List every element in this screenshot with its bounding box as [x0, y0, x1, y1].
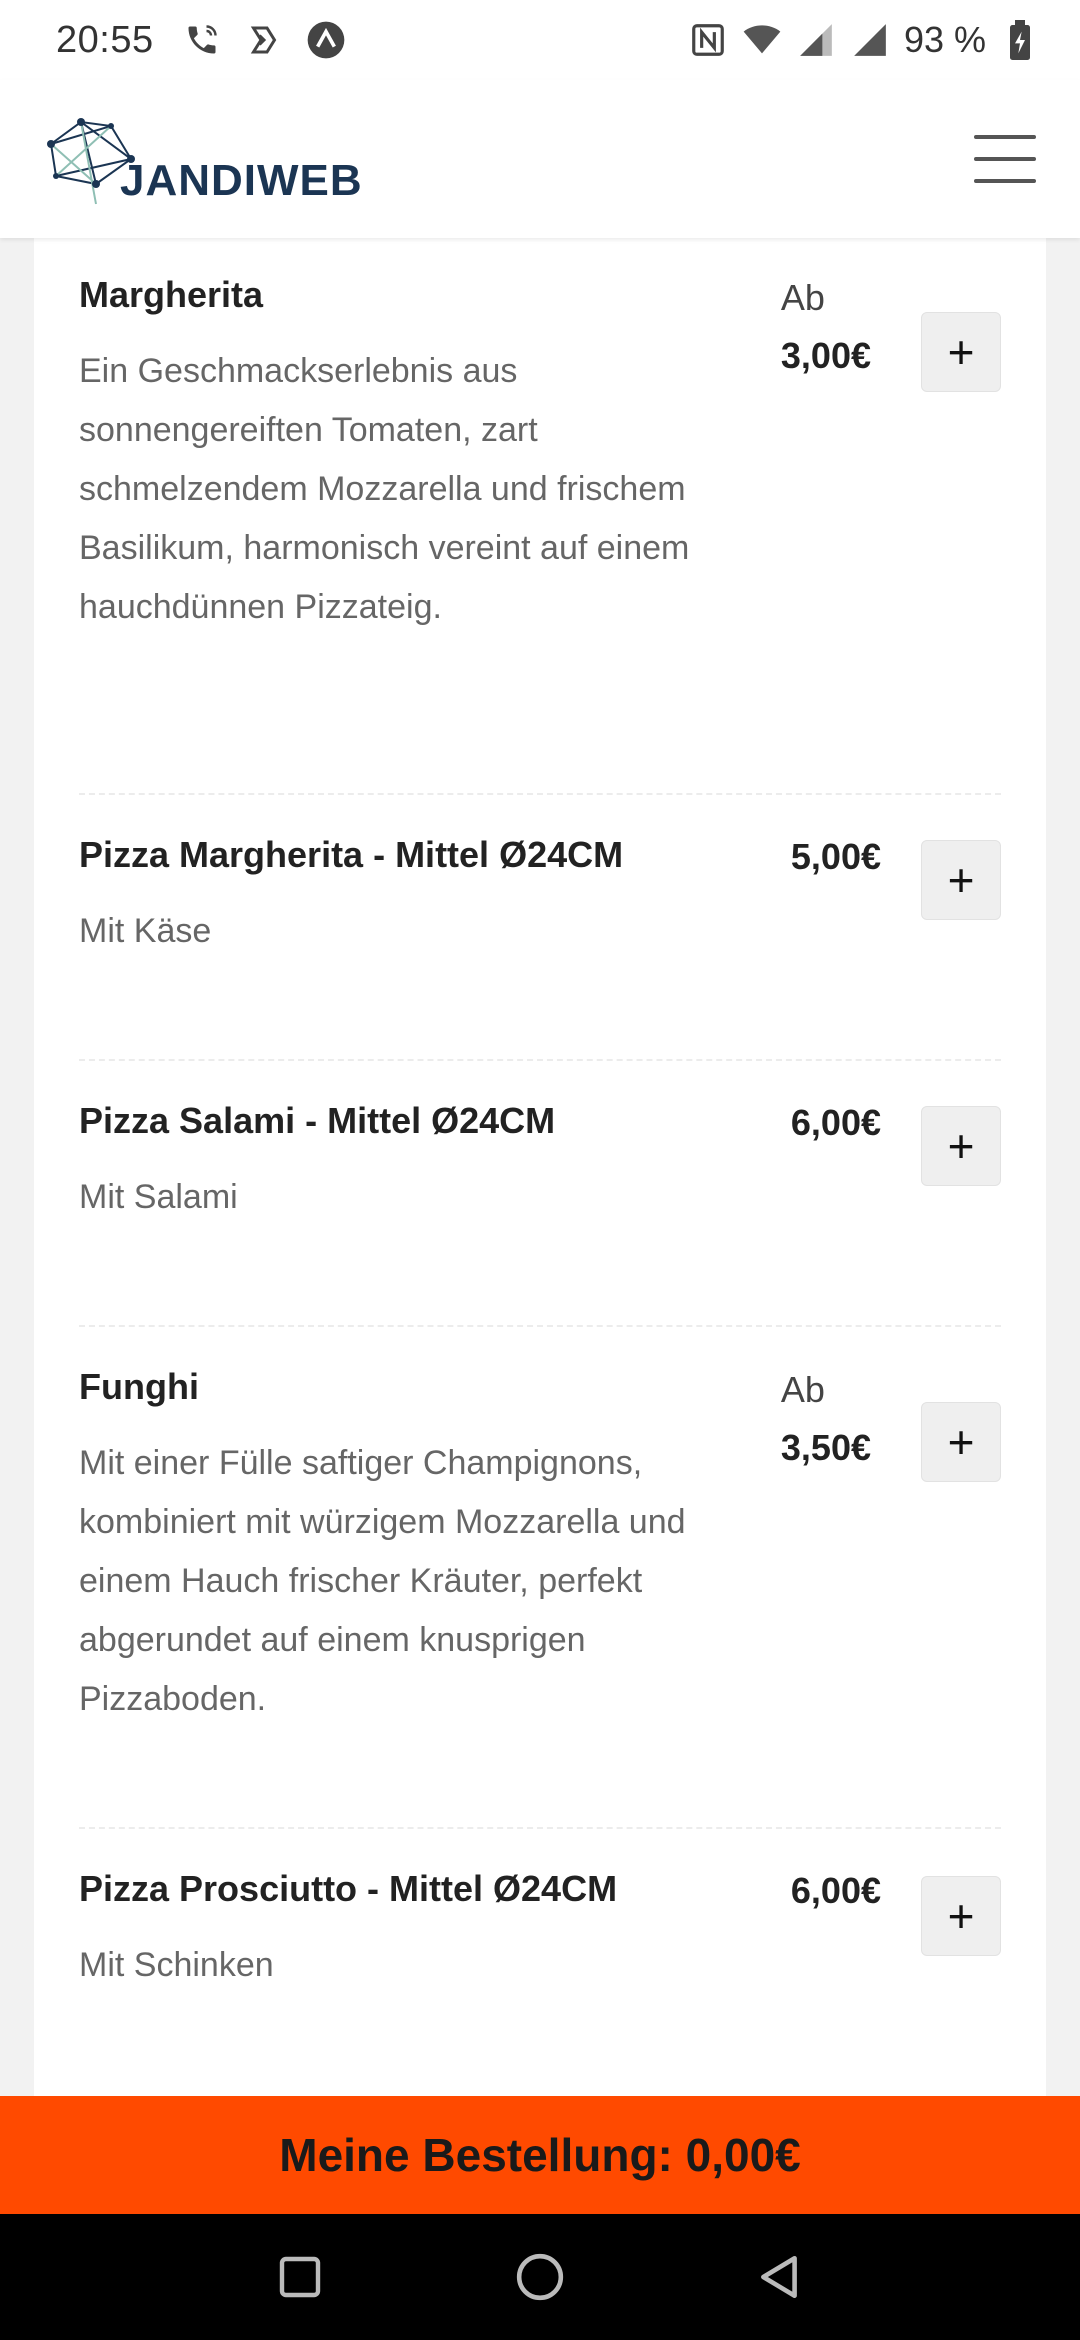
menu-item: Funghi Mit einer Fülle saftiger Champign…	[79, 1362, 1001, 1802]
order-summary-button[interactable]: Meine Bestellung: 0,00€	[0, 2096, 1080, 2214]
menu-item: Pizza Prosciutto - Mittel Ø24CM Mit Schi…	[79, 1864, 1001, 2044]
divider	[79, 1059, 1001, 1061]
logo[interactable]: JANDIWEB	[36, 104, 363, 214]
price-value: 3,50€	[780, 1427, 871, 1468]
wifi-icon	[742, 20, 782, 60]
price-value: 6,00€	[790, 1870, 881, 1911]
price-value: 5,00€	[790, 836, 881, 877]
triangle-back-icon	[761, 2255, 797, 2299]
item-description: Mit einer Fülle saftiger Champignons, ko…	[79, 1444, 686, 1718]
logo-text: JANDIWEB	[120, 156, 363, 205]
menu-list: Margherita Ein Geschmackserlebnis aus so…	[34, 238, 1046, 2096]
home-button[interactable]	[510, 2247, 570, 2307]
order-summary-label: Meine Bestellung: 0,00€	[279, 2129, 801, 2181]
menu-button[interactable]	[974, 135, 1036, 183]
price-value: 3,00€	[780, 335, 871, 376]
signal-icon	[850, 20, 890, 60]
system-nav-bar	[0, 2214, 1080, 2340]
signal-icon	[796, 20, 836, 60]
menu-item: Margherita Ein Geschmackserlebnis aus so…	[79, 270, 1001, 710]
item-description: Mit Salami	[79, 1178, 238, 1216]
hamburger-icon	[974, 135, 1036, 139]
menu-item: Pizza Margherita - Mittel Ø24CM Mit Käse…	[79, 830, 1001, 1010]
item-description: Mit Schinken	[79, 1946, 274, 1984]
status-right: 93 %	[688, 19, 1040, 61]
price-prefix: Ab	[780, 1369, 825, 1410]
divider	[79, 1325, 1001, 1327]
circle-icon	[516, 2253, 564, 2301]
battery-percentage: 93 %	[903, 19, 986, 60]
nfc-icon	[688, 20, 728, 60]
arrow-app-icon	[306, 20, 346, 60]
add-to-cart-button[interactable]: +	[921, 1402, 1001, 1482]
price-box: Ab 3,00€	[781, 270, 871, 386]
price-prefix: Ab	[780, 277, 825, 318]
divider	[79, 793, 1001, 795]
item-description: Mit Käse	[79, 912, 212, 950]
status-bar: 20:55 93 %	[0, 0, 1080, 80]
back-button[interactable]	[750, 2247, 810, 2307]
add-to-cart-button[interactable]: +	[921, 312, 1001, 392]
menu-item: Pizza Salami - Mittel Ø24CM Mit Salami 6…	[79, 1096, 1001, 1276]
recents-button[interactable]	[270, 2247, 330, 2307]
battery-charging-icon	[1000, 20, 1040, 60]
status-time: 20:55	[56, 18, 154, 61]
status-left-icons	[182, 20, 346, 60]
add-to-cart-button[interactable]: +	[921, 1876, 1001, 1956]
site-header: JANDIWEB	[0, 80, 1080, 238]
sync-icon	[244, 20, 284, 60]
add-to-cart-button[interactable]: +	[921, 1106, 1001, 1186]
price-box: Ab 3,50€	[781, 1362, 871, 1478]
item-description: Ein Geschmackserlebnis aus sonnengereift…	[79, 352, 690, 626]
price-value: 6,00€	[790, 1102, 881, 1143]
square-icon	[279, 2256, 321, 2298]
add-to-cart-button[interactable]: +	[921, 840, 1001, 920]
divider	[79, 1827, 1001, 1829]
phone-wifi-icon	[182, 20, 222, 60]
